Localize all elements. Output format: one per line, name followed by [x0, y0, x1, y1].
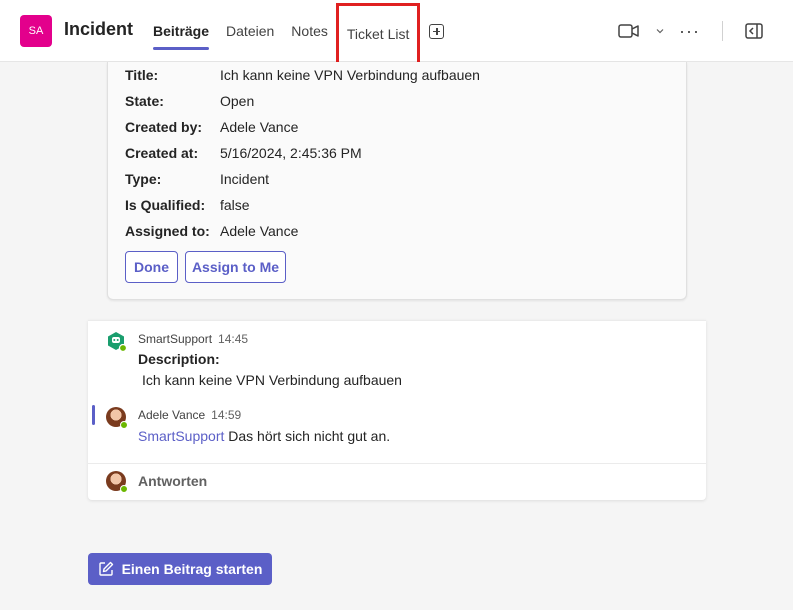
field-label: Created by: [125, 119, 203, 135]
channel-header: SA Incident Beiträge Dateien Notes Ticke… [0, 0, 793, 65]
side-panel-icon[interactable] [745, 23, 763, 39]
header-divider [722, 21, 723, 41]
header-actions: ··· [617, 19, 763, 43]
field-label: Is Qualified: [125, 197, 206, 213]
field-label: Title: [125, 67, 159, 83]
bot-avatar-icon [108, 332, 126, 351]
mention-link[interactable]: SmartSupport [138, 428, 224, 444]
start-post-button[interactable]: Einen Beitrag starten [88, 553, 272, 585]
field-value: Open [220, 93, 255, 109]
tab-notes[interactable]: Notes [291, 0, 328, 62]
plus-square-icon[interactable] [429, 23, 445, 39]
start-post-label: Einen Beitrag starten [121, 561, 263, 577]
chevron-down-icon[interactable] [655, 26, 665, 36]
assign-to-me-button[interactable]: Assign to Me [185, 251, 286, 283]
conversation-thread: SmartSupport 14:45 Description: Ich kann … [88, 320, 706, 500]
field-value: Ich kann keine VPN Verbindung aufbauen [220, 67, 480, 83]
message-time: 14:59 [211, 408, 242, 422]
description-label: Description: [138, 351, 220, 367]
channel-title: Incident [64, 19, 134, 39]
field-value: Adele Vance [220, 223, 299, 239]
message-author[interactable]: SmartSupport [138, 332, 212, 346]
message-body: SmartSupport Das hört sich nicht gut an. [138, 428, 390, 444]
field-label: State: [125, 93, 164, 109]
message-time: 14:45 [218, 332, 249, 346]
tab-bar: Beiträge Dateien Notes Ticket List [153, 0, 445, 65]
more-horizontal-icon[interactable]: ··· [679, 21, 700, 42]
tab-ticket-list[interactable]: Ticket List [335, 3, 421, 65]
message-author[interactable]: Adele Vance [138, 408, 205, 422]
field-label: Created at: [125, 145, 199, 161]
presence-icon [120, 421, 128, 429]
compose-icon [98, 561, 113, 576]
field-value: 5/16/2024, 2:45:36 PM [220, 145, 362, 161]
message-meta: Adele Vance 14:59 [138, 408, 241, 422]
field-label: Type: [125, 171, 162, 187]
message-text: Das hört sich nicht gut an. [228, 428, 391, 444]
ticket-card: Title: Ich kann keine VPN Verbindung auf… [107, 62, 687, 300]
presence-icon [120, 485, 128, 493]
avatar[interactable] [106, 407, 128, 429]
field-value: Adele Vance [220, 119, 299, 135]
avatar [106, 471, 128, 493]
tab-dateien[interactable]: Dateien [226, 0, 274, 62]
message-meta: SmartSupport 14:45 [138, 332, 248, 346]
field-value: false [220, 197, 250, 213]
reply-indicator [92, 405, 95, 425]
message-heading: Description: [138, 351, 220, 367]
reply-divider [88, 463, 706, 464]
done-button[interactable]: Done [125, 251, 178, 283]
field-value: Incident [220, 171, 270, 187]
message-body: Ich kann keine VPN Verbindung aufbauen [142, 372, 402, 388]
team-avatar[interactable]: SA [20, 15, 52, 47]
tab-beitraege[interactable]: Beiträge [153, 0, 210, 62]
video-camera-icon[interactable] [617, 19, 641, 43]
field-label: Assigned to: [125, 223, 210, 239]
reply-button[interactable]: Antworten [138, 473, 207, 489]
